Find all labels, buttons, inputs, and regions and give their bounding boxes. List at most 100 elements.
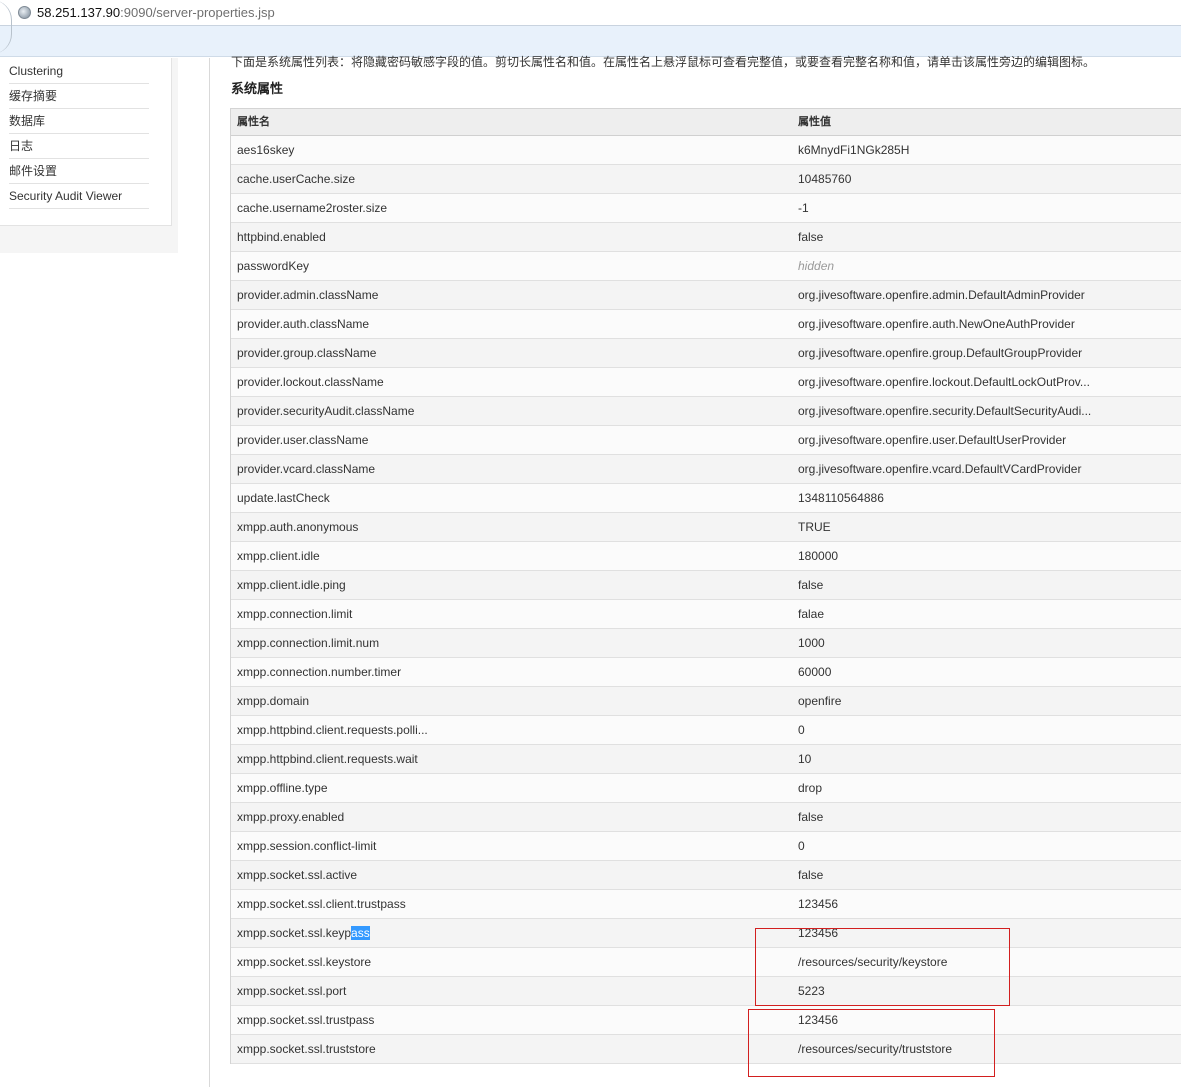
property-value: org.jivesoftware.openfire.user.DefaultUs…	[798, 433, 1067, 447]
table-row[interactable]: provider.user.className org.jivesoftware.…	[231, 426, 1181, 455]
sidebar-item-clustering[interactable]: Clustering	[9, 59, 149, 84]
property-value: 1348110564886	[798, 491, 884, 505]
property-name[interactable]: xmpp.domain	[237, 687, 777, 716]
property-name[interactable]: httpbind.enabled	[237, 223, 777, 252]
property-name[interactable]: xmpp.auth.anonymous	[237, 513, 777, 542]
table-row[interactable]: xmpp.connection.number.timer 60000	[231, 658, 1181, 687]
property-value: 60000	[798, 665, 832, 679]
property-value: org.jivesoftware.openfire.lockout.Defaul…	[798, 375, 1090, 389]
property-name[interactable]: xmpp.socket.ssl.keystore	[237, 948, 777, 977]
property-name[interactable]: provider.admin.className	[237, 281, 777, 310]
property-name[interactable]: cache.username2roster.size	[237, 194, 777, 223]
property-name[interactable]: provider.securityAudit.className	[237, 397, 777, 426]
property-name[interactable]: xmpp.socket.ssl.keypass	[237, 919, 777, 948]
table-row[interactable]: xmpp.socket.ssl.trustpass 123456	[231, 1006, 1181, 1035]
table-row[interactable]: xmpp.socket.ssl.client.trustpass 123456	[231, 890, 1181, 919]
annotation-box-keystore	[755, 928, 1010, 1006]
property-value: false	[798, 868, 824, 882]
property-name[interactable]: xmpp.socket.ssl.active	[237, 861, 777, 890]
property-name[interactable]: xmpp.connection.limit	[237, 600, 777, 629]
table-row[interactable]: provider.lockout.className org.jivesoftwa…	[231, 368, 1181, 397]
property-name[interactable]: xmpp.httpbind.client.requests.wait	[237, 745, 777, 774]
property-name[interactable]: xmpp.socket.ssl.truststore	[237, 1035, 777, 1064]
property-value: openfire	[798, 694, 842, 708]
property-value: false	[798, 810, 824, 824]
property-name[interactable]: xmpp.offline.type	[237, 774, 777, 803]
table-row[interactable]: xmpp.offline.type drop	[231, 774, 1181, 803]
property-name[interactable]: provider.auth.className	[237, 310, 777, 339]
url-host: 58.251.137.90	[37, 5, 121, 20]
property-name[interactable]: cache.userCache.size	[237, 165, 777, 194]
table-row[interactable]: xmpp.client.idle 180000	[231, 542, 1181, 571]
table-header: 属性名 属性值	[231, 109, 1181, 136]
table-row[interactable]: xmpp.domain openfire	[231, 687, 1181, 716]
table-row[interactable]: xmpp.client.idle.ping false	[231, 571, 1181, 600]
sidebar-item-security-audit-viewer[interactable]: Security Audit Viewer	[9, 184, 149, 209]
property-name[interactable]: provider.vcard.className	[237, 455, 777, 484]
property-name[interactable]: xmpp.client.idle	[237, 542, 777, 571]
sidebar-item-database[interactable]: 数据库	[9, 109, 149, 134]
property-value: org.jivesoftware.openfire.group.DefaultG…	[798, 346, 1083, 360]
globe-icon	[18, 6, 31, 19]
table-row[interactable]: xmpp.auth.anonymous TRUE	[231, 513, 1181, 542]
property-value: falae	[798, 607, 825, 621]
property-name[interactable]: aes16skey	[237, 136, 777, 165]
property-value: -1	[798, 201, 809, 215]
table-row[interactable]: httpbind.enabled false	[231, 223, 1181, 252]
property-value: org.jivesoftware.openfire.vcard.DefaultV…	[798, 462, 1082, 476]
table-row[interactable]: update.lastCheck 1348110564886	[231, 484, 1181, 513]
table-row[interactable]: xmpp.connection.limit falae	[231, 600, 1181, 629]
property-name[interactable]: xmpp.session.conflict-limit	[237, 832, 777, 861]
table-row[interactable]: xmpp.httpbind.client.requests.polli... 0	[231, 716, 1181, 745]
annotation-box-truststore	[748, 1009, 995, 1077]
table-row[interactable]: xmpp.socket.ssl.keypass 123456	[231, 919, 1181, 948]
table-row[interactable]: provider.securityAudit.className org.jive…	[231, 397, 1181, 426]
selected-text: ass	[351, 926, 370, 940]
property-name[interactable]: xmpp.client.idle.ping	[237, 571, 777, 600]
table-row[interactable]: passwordKey hidden	[231, 252, 1181, 281]
table-row[interactable]: xmpp.session.conflict-limit 0	[231, 832, 1181, 861]
property-name[interactable]: passwordKey	[237, 252, 777, 281]
table-row[interactable]: xmpp.httpbind.client.requests.wait 10	[231, 745, 1181, 774]
sidebar: Clustering 缓存摘要 数据库 日志 邮件设置 Security Aud…	[0, 58, 178, 253]
sidebar-item-cache-summary[interactable]: 缓存摘要	[9, 84, 149, 109]
property-name[interactable]: xmpp.proxy.enabled	[237, 803, 777, 832]
property-name-text: xmpp.socket.ssl.keyp	[237, 926, 352, 940]
property-value: false	[798, 578, 824, 592]
url-path: :9090/server-properties.jsp	[120, 5, 275, 20]
content-divider	[209, 58, 210, 1087]
table-row[interactable]: provider.admin.className org.jivesoftware…	[231, 281, 1181, 310]
property-name[interactable]: provider.group.className	[237, 339, 777, 368]
table-row[interactable]: xmpp.socket.ssl.keystore/resources/secur…	[231, 948, 1181, 977]
table-row[interactable]: provider.vcard.className org.jivesoftware…	[231, 455, 1181, 484]
intro-text: 下面是系统属性列表：将隐藏密码敏感字段的值。剪切长属性名和值。在属性名上悬浮鼠标…	[231, 55, 1096, 69]
table-row[interactable]: cache.username2roster.size -1	[231, 194, 1181, 223]
table-row[interactable]: xmpp.socket.ssl.port 5223	[231, 977, 1181, 1006]
table-row[interactable]: cache.userCache.size 10485760	[231, 165, 1181, 194]
table-row[interactable]: aes16skey k6MnydFi1NGk285H	[231, 136, 1181, 165]
property-name[interactable]: xmpp.connection.limit.num	[237, 629, 777, 658]
table-row[interactable]: provider.group.className org.jivesoftware…	[231, 339, 1181, 368]
property-name[interactable]: xmpp.socket.ssl.port	[237, 977, 777, 1006]
table-row[interactable]: xmpp.socket.ssl.active false	[231, 861, 1181, 890]
table-row[interactable]: provider.auth.className org.jivesoftware.…	[231, 310, 1181, 339]
system-properties-table: 属性名 属性值 aes16skey k6MnydFi1NGk285H cache.u…	[230, 108, 1181, 1064]
property-value: org.jivesoftware.openfire.security.Defau…	[798, 404, 1092, 418]
property-name[interactable]: provider.user.className	[237, 426, 777, 455]
table-row[interactable]: xmpp.connection.limit.num 1000	[231, 629, 1181, 658]
url-text[interactable]: 58.251.137.90:9090/server-properties.jsp	[37, 5, 275, 21]
table-row[interactable]: xmpp.socket.ssl.truststore/resources/sec…	[231, 1035, 1181, 1064]
property-name[interactable]: provider.lockout.className	[237, 368, 777, 397]
property-value: TRUE	[798, 520, 831, 534]
property-name[interactable]: xmpp.socket.ssl.trustpass	[237, 1006, 777, 1035]
property-name[interactable]: xmpp.connection.number.timer	[237, 658, 777, 687]
sidebar-item-email-settings[interactable]: 邮件设置	[9, 159, 149, 184]
property-name[interactable]: update.lastCheck	[237, 484, 777, 513]
property-name[interactable]: xmpp.socket.ssl.client.trustpass	[237, 890, 777, 919]
address-bar[interactable]: 58.251.137.90:9090/server-properties.jsp	[0, 0, 1181, 26]
property-name[interactable]: xmpp.httpbind.client.requests.polli...	[237, 716, 777, 745]
table-row[interactable]: xmpp.proxy.enabled false	[231, 803, 1181, 832]
property-value: 10	[798, 752, 812, 766]
sidebar-item-logs[interactable]: 日志	[9, 134, 149, 159]
property-value: 180000	[798, 549, 839, 563]
